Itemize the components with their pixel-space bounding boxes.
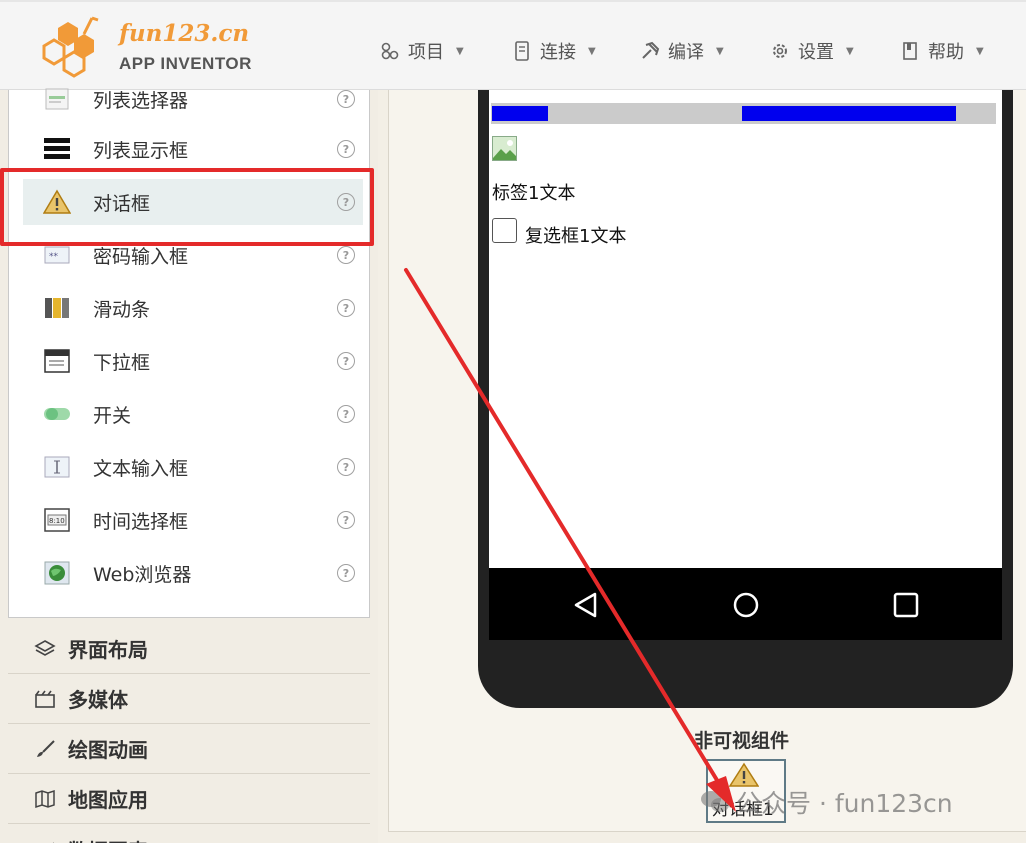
palette-item-label: 时间选择框 xyxy=(93,510,189,533)
progress-bar-fill xyxy=(742,106,956,121)
menu-build[interactable]: 编译 ▼ xyxy=(640,38,724,64)
palette-item-switch[interactable]: 开关 ? xyxy=(23,391,363,437)
category-layout[interactable]: 界面布局 xyxy=(8,624,370,674)
palette-panel: 列表选择器 ? 列表显示框 ? 对话框 ? ** 密码输入框 ? 滑动条 ? 下… xyxy=(0,88,378,843)
recent-apps-square-icon xyxy=(893,592,919,618)
label1[interactable]: 标签1文本 xyxy=(492,179,575,205)
menu-connect[interactable]: 连接 ▼ xyxy=(512,38,596,64)
palette-item-textbox[interactable]: 文本输入框 ? xyxy=(23,444,363,490)
palette-item-timepicker[interactable]: 8:10 时间选择框 ? xyxy=(23,497,363,543)
palette-item-label: Web浏览器 xyxy=(93,563,192,586)
palette-item-label: 列表显示框 xyxy=(93,139,189,162)
brand-name: fun123.cn xyxy=(119,20,250,47)
brand-subtitle: APP INVENTOR xyxy=(119,54,252,73)
listpicker-icon xyxy=(43,85,71,113)
svg-text:8:10: 8:10 xyxy=(49,517,65,525)
palette-item-listpicker[interactable]: 列表选择器 ? xyxy=(23,76,363,122)
help-question-icon[interactable]: ? xyxy=(337,564,355,582)
help-question-icon[interactable]: ? xyxy=(337,511,355,529)
watermark-text: 公众号 · fun123cn xyxy=(736,789,953,818)
caret-down-icon: ▼ xyxy=(716,45,724,57)
app-inventor-logo-icon xyxy=(42,16,99,78)
chart-icon xyxy=(52,842,54,843)
caret-down-icon: ▼ xyxy=(846,45,854,57)
watermark: 公众号 · fun123cn xyxy=(700,784,953,820)
category-label: 数据图表 xyxy=(68,835,148,843)
help-question-icon[interactable]: ? xyxy=(337,405,355,423)
palette-item-label: 滑动条 xyxy=(93,298,151,321)
caret-down-icon: ▼ xyxy=(456,45,464,57)
progress-bar-fill xyxy=(492,106,548,121)
checkbox1-label[interactable]: 复选框1文本 xyxy=(525,222,626,248)
connect-icon xyxy=(515,41,529,61)
non-visible-components-title: 非可视组件 xyxy=(694,730,790,752)
switch-icon xyxy=(43,400,71,428)
menu-connect-label: 连接 xyxy=(540,42,576,63)
palette-item-slider[interactable]: 滑动条 ? xyxy=(23,285,363,331)
layout-icon xyxy=(34,639,56,656)
help-icon xyxy=(903,42,917,60)
menu-settings[interactable]: 设置 ▼ xyxy=(770,38,854,64)
menu-help-label: 帮助 xyxy=(928,42,964,63)
project-icon xyxy=(381,42,399,60)
map-icon xyxy=(35,789,55,808)
help-question-icon[interactable]: ? xyxy=(337,299,355,317)
textbox-icon xyxy=(43,453,71,481)
palette-item-label: 列表选择器 xyxy=(93,89,189,112)
build-icon xyxy=(642,41,660,59)
wechat-icon xyxy=(701,791,729,812)
phone-screen[interactable] xyxy=(489,90,1002,568)
drawing-icon xyxy=(37,739,55,757)
help-question-icon[interactable]: ? xyxy=(337,246,355,264)
palette-item-label: 开关 xyxy=(93,404,132,427)
timepicker-icon: 8:10 xyxy=(43,506,71,534)
menu-project-label: 项目 xyxy=(408,42,444,63)
palette-item-label: 下拉框 xyxy=(93,351,151,374)
help-question-icon[interactable]: ? xyxy=(337,140,355,158)
highlight-box xyxy=(0,168,374,246)
menu-help[interactable]: 帮助 ▼ xyxy=(900,38,984,64)
menu-build-label: 编译 xyxy=(668,42,704,63)
category-media[interactable]: 多媒体 xyxy=(8,674,370,724)
help-question-icon[interactable]: ? xyxy=(337,352,355,370)
svg-text:**: ** xyxy=(49,252,59,262)
checkbox1-box[interactable] xyxy=(492,218,517,243)
listview-icon xyxy=(43,135,71,163)
category-map[interactable]: 地图应用 xyxy=(8,774,370,824)
category-label: 界面布局 xyxy=(68,638,148,662)
palette-item-spinner[interactable]: 下拉框 ? xyxy=(23,338,363,384)
category-label: 绘图动画 xyxy=(68,738,148,762)
menu-project[interactable]: 项目 ▼ xyxy=(380,38,464,64)
category-chart[interactable]: 数据图表 xyxy=(8,824,370,843)
caret-down-icon: ▼ xyxy=(976,45,984,57)
caret-down-icon: ▼ xyxy=(588,45,596,57)
menu-settings-label: 设置 xyxy=(798,42,834,63)
help-question-icon[interactable]: ? xyxy=(337,458,355,476)
help-question-icon[interactable]: ? xyxy=(337,90,355,108)
palette-item-listview[interactable]: 列表显示框 ? xyxy=(23,126,363,172)
home-circle-icon xyxy=(733,592,759,618)
category-drawing[interactable]: 绘图动画 xyxy=(8,724,370,774)
slider-icon xyxy=(43,294,71,322)
palette-item-label: 文本输入框 xyxy=(93,457,189,480)
palette-item-webviewer[interactable]: Web浏览器 ? xyxy=(23,550,363,596)
media-icon xyxy=(35,690,55,708)
settings-icon xyxy=(773,44,787,58)
spinner-icon xyxy=(43,347,71,375)
webviewer-icon xyxy=(43,559,71,587)
category-label: 多媒体 xyxy=(68,688,128,712)
category-label: 地图应用 xyxy=(68,788,148,812)
back-triangle-icon xyxy=(574,592,597,618)
image-placeholder-icon[interactable] xyxy=(492,136,517,161)
